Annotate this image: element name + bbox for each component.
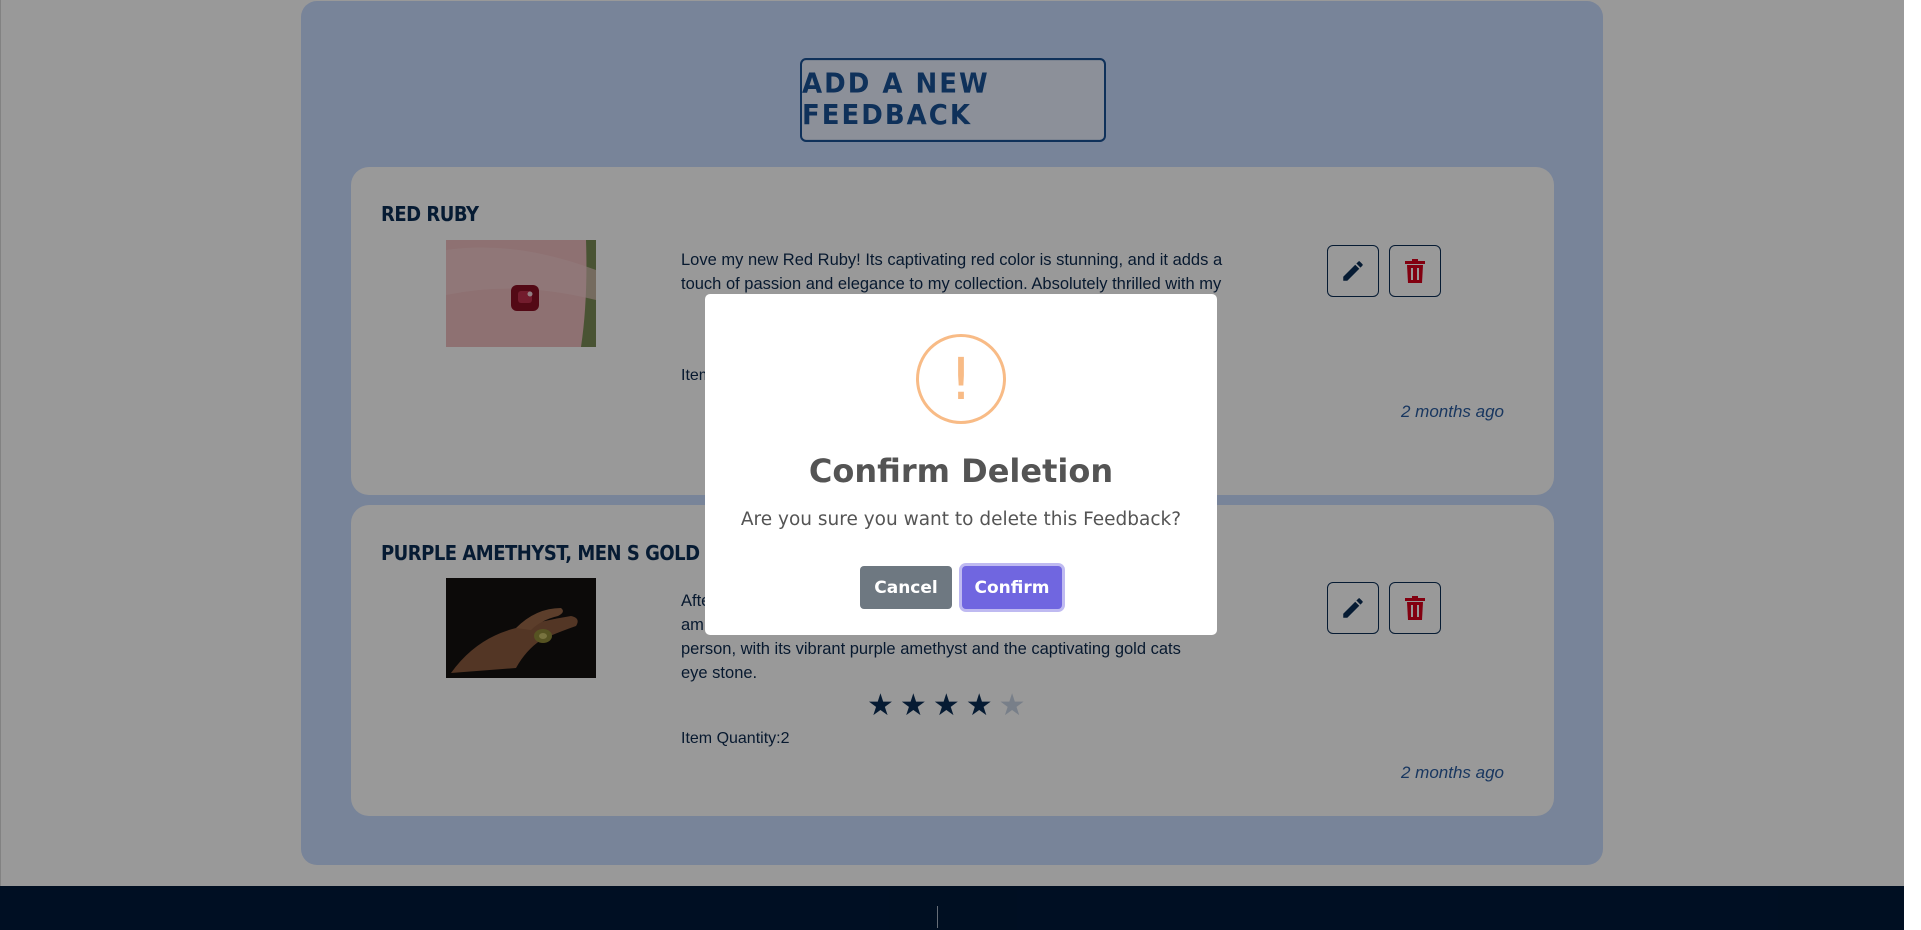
warning-icon: !: [916, 334, 1006, 424]
cancel-button[interactable]: Cancel: [860, 566, 952, 609]
scrollbar-track[interactable]: [1904, 0, 1921, 930]
feedback-page: ADD A NEW FEEDBACK RED RUBY Love my new …: [0, 0, 1921, 930]
confirm-delete-dialog: ! Confirm Deletion Are you sure you want…: [705, 294, 1217, 635]
dialog-message: Are you sure you want to delete this Fee…: [740, 509, 1182, 530]
confirm-button[interactable]: Confirm: [962, 566, 1062, 609]
dialog-title: Confirm Deletion: [808, 452, 1114, 490]
